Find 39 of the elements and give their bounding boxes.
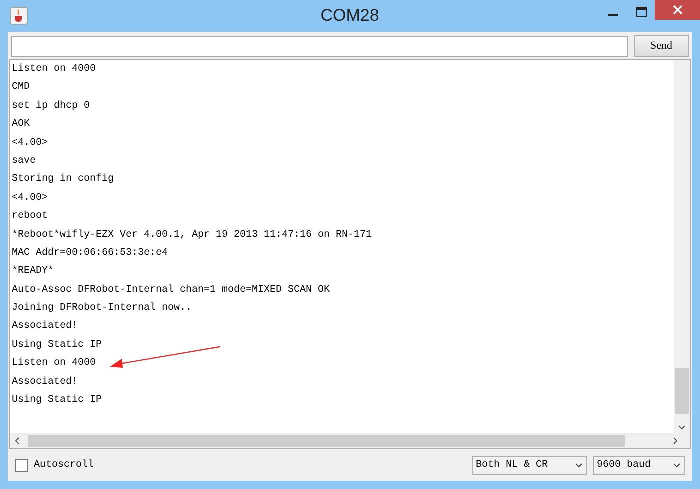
close-button[interactable] [655, 0, 700, 20]
caret-icon [575, 462, 583, 468]
output-line: Auto-Assoc DFRobot-Internal chan=1 mode=MIXED SCAN OK [12, 284, 330, 298]
scrollbar-thumb[interactable] [28, 434, 625, 446]
output-line: *READY* [12, 264, 54, 280]
output-line: Listen on 4000 [12, 62, 96, 77]
message-input-field[interactable] [11, 36, 628, 56]
output-line: Using Static IP [12, 338, 102, 353]
output-line: Using Static IP [12, 394, 102, 408]
output-line: Associated! [12, 320, 78, 334]
autoscroll-label: Autoscroll [34, 458, 94, 472]
output-line: MAC Addr=00:06:66:53:3e:e4 [12, 246, 168, 261]
output-line: set ip dhcp 0 [12, 100, 90, 114]
output-line: CMD [12, 81, 30, 96]
output-line: <4.00> [12, 136, 48, 151]
baud-rate-value: 9600 baud [597, 458, 652, 472]
scrollbar-thumb[interactable] [675, 368, 689, 414]
output-line: reboot [12, 210, 48, 224]
horizontal-scrollbar[interactable] [10, 433, 690, 448]
baud-rate-dropdown[interactable]: 9600 baud [593, 456, 685, 474]
line-ending-value: Both NL & CR [476, 458, 550, 472]
window-title: COM28 [320, 5, 380, 28]
vertical-scrollbar[interactable] [674, 60, 690, 433]
output-line: Associated! [12, 376, 78, 390]
maximize-icon[interactable] [636, 7, 647, 17]
output-line: Listen on 4000 [12, 356, 96, 372]
autoscroll-checkbox[interactable] [15, 458, 28, 472]
output-line: save [12, 154, 36, 169]
minimize-icon[interactable] [608, 14, 618, 17]
send-button[interactable]: Send [634, 35, 689, 57]
output-line: *Reboot*wifly-EZX Ver 4.00.1, Apr 19 2013 11:47:16 on RN-171 [12, 228, 372, 243]
line-ending-dropdown[interactable]: Both NL & CR [472, 456, 587, 474]
output-line: <4.00> [12, 192, 48, 206]
caret-icon [673, 462, 681, 468]
output-line: Joining DFRobot-Internal now.. [12, 302, 192, 316]
java-cup-icon [10, 7, 28, 25]
close-icon [672, 5, 682, 15]
output-line: AOK [12, 118, 30, 132]
output-line: Storing in config [12, 172, 114, 188]
